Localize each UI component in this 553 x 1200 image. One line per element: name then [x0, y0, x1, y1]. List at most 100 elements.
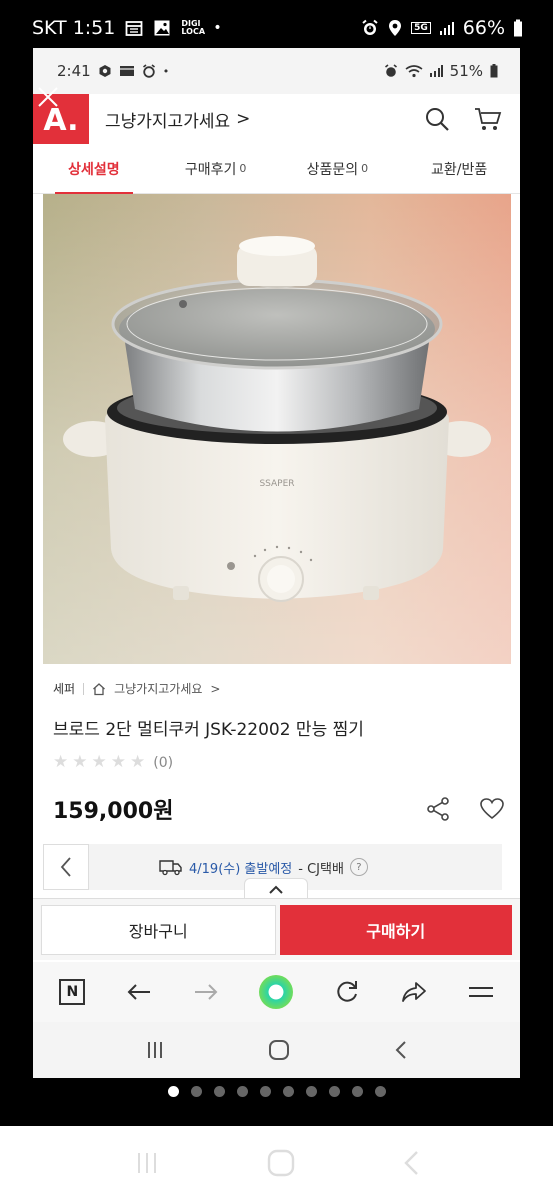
page-indicator	[0, 1086, 553, 1097]
signal-icon	[439, 20, 455, 36]
inner-dot-icon: •	[162, 64, 170, 78]
battery-percent: 66%	[462, 17, 505, 39]
brand-link[interactable]: 세퍼	[53, 680, 75, 697]
outer-home-icon[interactable]	[267, 1149, 295, 1177]
page-dot[interactable]	[213, 1086, 225, 1097]
breadcrumb-divider	[83, 682, 85, 695]
store-link[interactable]: 그냥가지고가세요	[114, 680, 202, 697]
menu-icon[interactable]	[468, 983, 494, 1001]
purchase-bar: 장바구니 구매하기	[33, 898, 520, 960]
inner-time: 2:41	[57, 62, 91, 80]
store-title: 그냥가지고가세요	[105, 111, 231, 132]
ship-carrier: - CJ택배	[298, 861, 344, 877]
browser-toolbar: N	[33, 962, 520, 1022]
store-title-link[interactable]: 그냥가지고가세요 >	[105, 107, 250, 132]
shipping-info: 4/19(수) 출발예정 - CJ택배 ?	[159, 858, 368, 877]
tab-returns[interactable]: 교환/반품	[398, 144, 520, 193]
back-button-icon[interactable]	[394, 1040, 408, 1060]
tab-reviews-count: 0	[239, 162, 247, 175]
page-dot[interactable]	[236, 1086, 248, 1097]
phone-screen: SKT 1:51 DIGI LOCA • 5G 66% 2:41 • 51% A…	[0, 0, 553, 1200]
review-count: (0)	[153, 754, 174, 771]
buy-now-button[interactable]: 구매하기	[279, 904, 512, 955]
naver-icon[interactable]: N	[59, 979, 86, 1005]
store-link-chevron-icon: >	[210, 681, 221, 696]
network-5g-icon: 5G	[411, 22, 431, 34]
chevron-right-icon: >	[236, 109, 251, 129]
tab-inquiries-label: 상품문의	[306, 161, 359, 178]
product-name: 브로드 2단 멀티쿠커 JSK-22002 만능 찜기	[53, 720, 364, 740]
location-icon	[387, 19, 403, 37]
home-button-icon[interactable]	[268, 1039, 290, 1061]
cooker-brand-text: SSAPER	[259, 479, 294, 489]
outer-system-nav	[0, 1126, 553, 1200]
page-dot[interactable]	[351, 1086, 363, 1097]
alarm-icon	[361, 19, 379, 37]
page-dot[interactable]	[328, 1086, 340, 1097]
star-icon: ★	[53, 752, 69, 772]
star-icon: ★	[110, 752, 126, 772]
star-icon: ★	[91, 752, 107, 772]
inner-alarm-icon	[142, 64, 156, 78]
star-icon: ★	[130, 752, 146, 772]
product-tabs: 상세설명 구매후기 0 상품문의 0 교환/반품	[33, 144, 520, 194]
calendar-icon	[125, 19, 143, 37]
tab-inquiries[interactable]: 상품문의 0	[277, 144, 399, 193]
cart-icon[interactable]	[474, 106, 502, 132]
product-image[interactable]: SSAPER	[43, 194, 511, 664]
notification-dot-icon: •	[213, 20, 222, 36]
inner-status-bar: 2:41 • 51%	[33, 48, 520, 94]
card-icon	[119, 64, 135, 78]
breadcrumb: 세퍼 그냥가지고가세요 >	[53, 680, 503, 697]
page-dot[interactable]	[374, 1086, 386, 1097]
tab-details[interactable]: 상세설명	[33, 144, 155, 194]
home-icon	[92, 682, 106, 696]
gallery-icon	[153, 19, 171, 37]
price: 159,000원	[53, 799, 174, 824]
inner-alarm-right-icon	[384, 64, 398, 78]
page-dot[interactable]	[259, 1086, 271, 1097]
add-to-cart-button[interactable]: 장바구니	[41, 904, 276, 955]
inner-system-nav	[33, 1022, 520, 1078]
close-icon[interactable]	[35, 84, 61, 110]
page-dot[interactable]	[167, 1086, 179, 1097]
rating[interactable]: ★ ★ ★ ★ ★ (0)	[53, 754, 503, 771]
inner-battery-icon	[490, 64, 498, 78]
back-arrow-icon[interactable]	[126, 982, 152, 1002]
heart-icon[interactable]	[479, 796, 505, 822]
refresh-icon[interactable]	[334, 979, 360, 1005]
app-screenshot: 2:41 • 51% A. 그냥가지고가세요 > 상세설명 구매후기 0 상품문…	[33, 48, 520, 1078]
inner-signal-icon	[429, 65, 443, 77]
battery-icon	[513, 19, 523, 37]
inner-battery-percent: 51%	[449, 62, 483, 80]
outer-recent-apps-icon[interactable]	[134, 1151, 160, 1175]
prev-button[interactable]	[43, 844, 89, 890]
carrier-time: SKT 1:51	[32, 17, 116, 39]
page-dot[interactable]	[305, 1086, 317, 1097]
truck-icon	[159, 858, 183, 876]
share-icon[interactable]	[425, 796, 451, 822]
app-header: A. 그냥가지고가세요 >	[33, 87, 520, 144]
forward-arrow-icon[interactable]	[193, 982, 219, 1002]
tab-reviews[interactable]: 구매후기 0	[155, 144, 277, 193]
tab-returns-label: 교환/반품	[431, 161, 488, 178]
share-arrow-icon[interactable]	[401, 980, 427, 1004]
price-row: 159,000원	[53, 793, 505, 825]
page-dot[interactable]	[282, 1086, 294, 1097]
help-icon[interactable]: ?	[349, 858, 368, 876]
wifi-icon	[405, 64, 423, 78]
digi-loca-icon: DIGI LOCA	[181, 19, 206, 36]
page-dot[interactable]	[190, 1086, 202, 1097]
green-home-icon[interactable]	[259, 975, 294, 1009]
tab-reviews-label: 구매후기	[184, 161, 237, 178]
recent-apps-icon[interactable]	[145, 1041, 165, 1059]
settings-icon	[98, 64, 112, 78]
tab-inquiries-count: 0	[361, 162, 369, 175]
star-icon: ★	[72, 752, 88, 772]
product-info: 세퍼 그냥가지고가세요 > 브로드 2단 멀티쿠커 JSK-22002 만능 찜…	[53, 680, 505, 825]
collapse-handle[interactable]	[244, 878, 308, 900]
search-icon[interactable]	[424, 106, 450, 132]
outer-back-icon[interactable]	[402, 1150, 420, 1176]
tab-details-label: 상세설명	[68, 161, 120, 178]
ship-date: 4/19(수) 출발예정	[189, 861, 293, 877]
